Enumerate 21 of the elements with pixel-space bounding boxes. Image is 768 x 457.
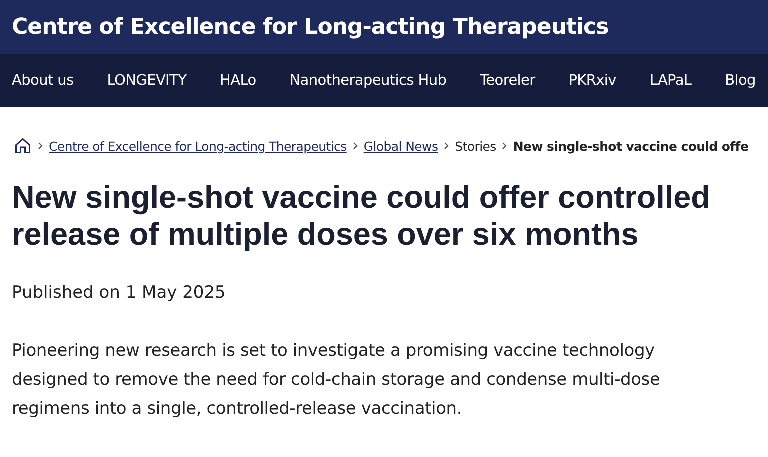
article-headline: New single-shot vaccine could offer controlled release of multiple doses over six months xyxy=(12,179,712,253)
chevron-icon xyxy=(352,142,358,150)
nav-link[interactable]: LONGEVITY xyxy=(107,72,187,88)
nav-link[interactable]: PKRxiv xyxy=(568,72,616,88)
nav-link[interactable]: HALo xyxy=(220,72,256,88)
published-date: Published on 1 May 2025 xyxy=(12,283,227,303)
home-icon[interactable] xyxy=(14,137,32,155)
nav-link[interactable]: LAPaL xyxy=(650,72,692,88)
breadcrumb-item: Stories xyxy=(455,138,496,154)
site-title: Centre of Excellence for Long-acting Therapeutics xyxy=(12,14,609,40)
chevron-icon xyxy=(502,142,508,150)
nav-link[interactable]: Blog xyxy=(725,72,756,88)
chevron-icon xyxy=(444,142,450,150)
breadcrumb-link[interactable]: Global News xyxy=(364,138,438,154)
chevron-icon xyxy=(38,142,43,150)
nav-link[interactable]: About us xyxy=(12,72,74,88)
nav-link[interactable]: Nanotherapeutics Hub xyxy=(290,72,447,88)
breadcrumb-link[interactable]: Centre of Excellence for Long-acting Therapeutics xyxy=(49,138,347,154)
intro-paragraph: Pioneering new research is set to investigate a promising vaccine technology designed to remove the need for cold-chain storage and condense multi-dose regimens into a single, controlled-release vaccination. xyxy=(12,340,662,421)
nav-link[interactable]: Teoreler xyxy=(480,72,536,88)
breadcrumb-item: New single-shot vaccine could offe xyxy=(513,138,749,154)
